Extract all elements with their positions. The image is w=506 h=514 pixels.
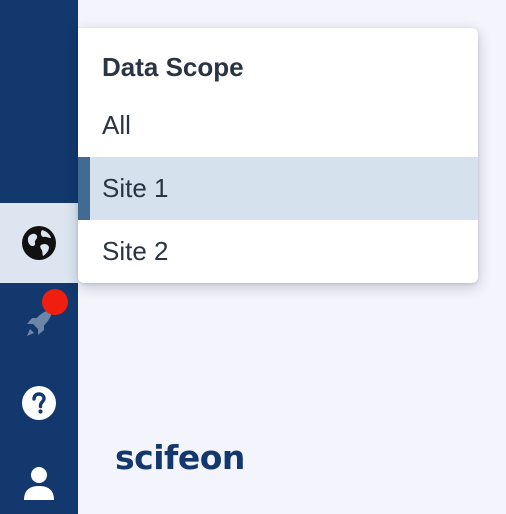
dropdown-item-all[interactable]: All (78, 94, 478, 157)
selection-indicator (78, 157, 90, 220)
globe-icon (22, 226, 56, 260)
dropdown-item-site-1[interactable]: Site 1 (78, 157, 478, 220)
scifeon-logo: scifeon (115, 438, 245, 477)
sidebar (0, 0, 78, 514)
help-icon (22, 386, 56, 420)
data-scope-dropdown: Data Scope All Site 1 Site 2 (78, 28, 478, 283)
dropdown-item-label: Site 1 (102, 173, 169, 203)
sidebar-item-data-scope[interactable] (0, 203, 78, 283)
sidebar-item-user[interactable] (0, 443, 78, 514)
sidebar-item-rocket[interactable] (0, 283, 78, 363)
page: scifeon Data Scope All Site 1 Site 2 (0, 0, 506, 514)
dropdown-title: Data Scope (102, 52, 244, 82)
sidebar-item-help[interactable] (0, 363, 78, 443)
dropdown-item-site-2[interactable]: Site 2 (78, 220, 478, 283)
user-icon (24, 467, 54, 500)
notification-badge (42, 289, 68, 315)
